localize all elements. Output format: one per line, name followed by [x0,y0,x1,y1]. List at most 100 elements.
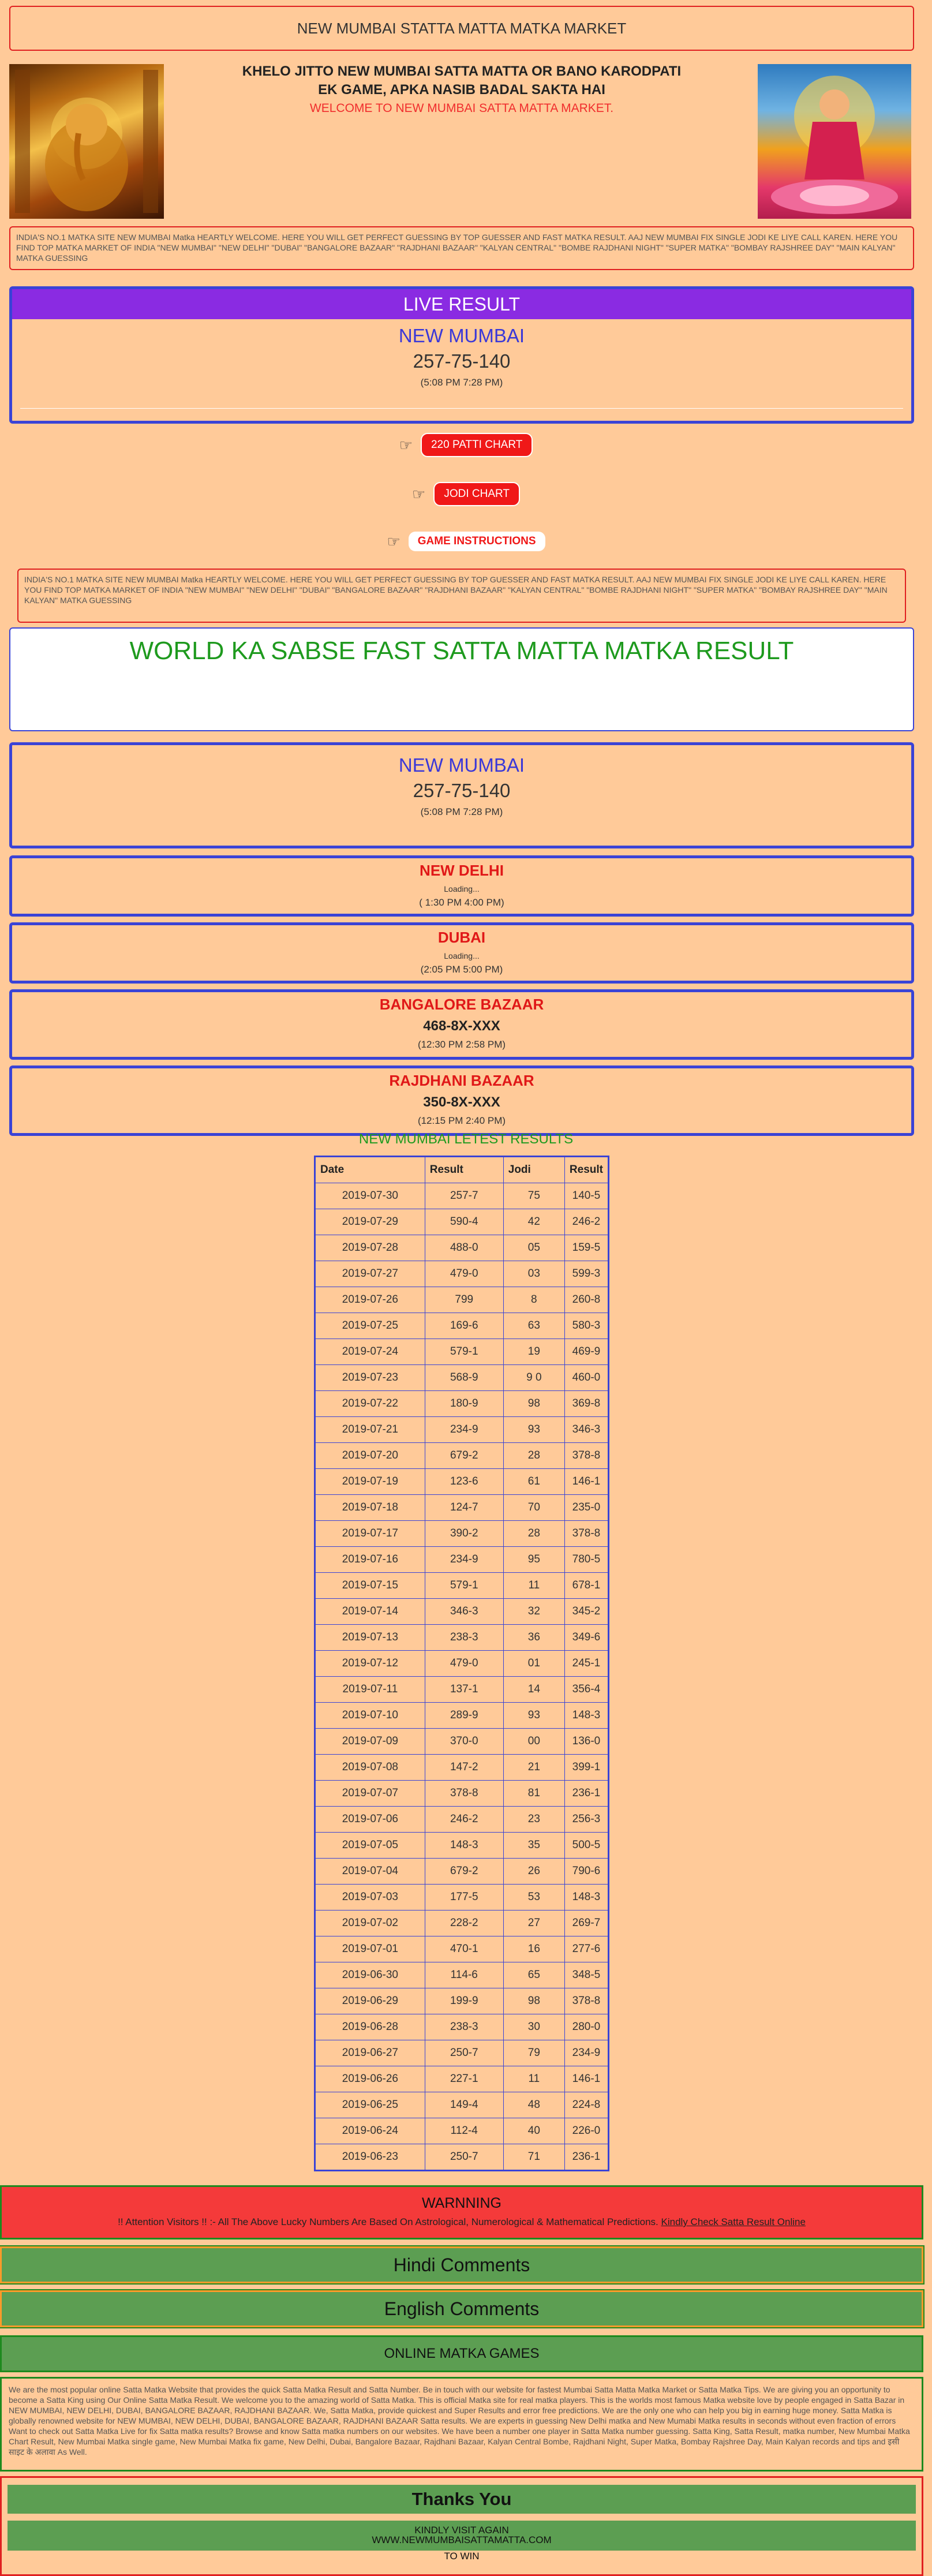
row-result-2: 580-3 [564,1313,609,1339]
row-jodi: 23 [503,1806,565,1833]
warning-text: !! Attention Visitors !! :- All The Abov… [2,2216,922,2228]
row-jodi: 93 [503,1702,565,1729]
table-row: 2019-06-27 250-7 79 234-9 [315,2040,609,2066]
row-date: 2019-07-24 [315,1339,425,1365]
row-result: 149-4 [424,2092,504,2118]
table-row: 2019-07-03 177-5 53 148-3 [315,1884,609,1910]
table-row: 2019-07-04 679-2 26 790-6 [315,1858,609,1885]
row-date: 2019-07-25 [315,1313,425,1339]
intro-text: INDIA'S NO.1 MATKA SITE NEW MUMBAI Matka… [9,226,914,270]
row-result-2: 356-4 [564,1676,609,1703]
row-jodi: 16 [503,1936,565,1962]
row-result-2: 599-3 [564,1261,609,1287]
patti-chart-button[interactable]: 220 PATTI CHART [420,433,533,457]
row-jodi: 98 [503,1390,565,1417]
pointing-hand-icon: ☞ [412,485,426,503]
table-row: 2019-07-26 799 8 260-8 [315,1287,609,1313]
table-row: 2019-07-29 590-4 42 246-2 [315,1209,609,1235]
row-result: 250-7 [424,2144,504,2171]
table-row: 2019-07-21 234-9 93 346-3 [315,1416,609,1443]
market-status: Loading... [444,884,480,893]
row-date: 2019-06-29 [315,1988,425,2014]
jodi-chart-row: ☞ JODI CHART [0,482,932,506]
row-result: 137-1 [424,1676,504,1703]
check-result-link[interactable]: Kindly Check Satta Result Online [661,2216,806,2227]
footer-panel: Thanks You KINDLY VISIT AGAIN WWW.NEWMUM… [0,2476,923,2576]
row-jodi: 98 [503,1988,565,2014]
row-jodi: 14 [503,1676,565,1703]
row-result-2: 260-8 [564,1287,609,1313]
row-result-2: 226-0 [564,2118,609,2144]
table-row: 2019-07-25 169-6 63 580-3 [315,1313,609,1339]
welcome-text: WELCOME TO NEW MUMBAI SATTA MATTA MARKET… [309,102,614,115]
market-name: BANGALORE BAZAAR [379,996,544,1013]
row-result: 234-9 [424,1546,504,1573]
pointing-hand-icon: ☞ [399,436,413,454]
patti-chart-row: ☞ 220 PATTI CHART [0,433,932,457]
live-market-name: NEW MUMBAI [398,325,525,346]
row-jodi: 00 [503,1728,565,1755]
market-time: ( 1:30 PM 4:00 PM) [419,897,504,908]
row-result: 169-6 [424,1313,504,1339]
row-result-2: 146-1 [564,2066,609,2092]
market-card-new-mumbai: NEW MUMBAI 257-75-140 (5:08 PM 7:28 PM) [9,742,914,848]
row-result: 234-9 [424,1416,504,1443]
row-result-2: 469-9 [564,1339,609,1365]
row-result: 679-2 [424,1442,504,1469]
pointing-hand-icon: ☞ [387,532,401,550]
row-date: 2019-07-29 [315,1209,425,1235]
row-result-2: 277-6 [564,1936,609,1962]
row-jodi: 21 [503,1754,565,1781]
row-result-2: 348-5 [564,1962,609,1988]
table-row: 2019-07-10 289-9 93 148-3 [315,1702,609,1729]
row-date: 2019-06-27 [315,2040,425,2066]
row-date: 2019-07-16 [315,1546,425,1573]
table-row: 2019-07-18 124-7 70 235-0 [315,1494,609,1521]
table-row: 2019-07-06 246-2 23 256-3 [315,1806,609,1833]
row-date: 2019-07-11 [315,1676,425,1703]
header-result-2: Result [564,1156,609,1183]
table-header-row: Date Result Jodi Result [315,1156,609,1183]
slogan-line-1: KHELO JITTO NEW MUMBAI SATTA MATTA OR BA… [242,63,682,79]
thanks-heading: Thanks You [8,2485,916,2514]
market-name: DUBAI [437,929,486,946]
row-jodi: 11 [503,1572,565,1599]
header-jodi: Jodi [503,1156,565,1183]
market-name: RAJDHANI BAZAAR [389,1072,534,1089]
market-name: NEW MUMBAI [398,754,525,776]
row-result-2: 345-2 [564,1598,609,1625]
table-row: 2019-07-09 370-0 00 136-0 [315,1728,609,1755]
row-jodi: 03 [503,1261,565,1287]
row-date: 2019-07-03 [315,1884,425,1910]
row-date: 2019-07-06 [315,1806,425,1833]
row-result-2: 500-5 [564,1832,609,1859]
website-link[interactable]: WWW.NEWMUMBAISATTAMATTA.COM [8,2535,916,2545]
row-date: 2019-06-28 [315,2014,425,2040]
row-jodi: 11 [503,2066,565,2092]
row-jodi: 35 [503,1832,565,1859]
table-row: 2019-07-12 479-0 01 245-1 [315,1650,609,1677]
row-result-2: 378-8 [564,1988,609,2014]
english-comments-bar[interactable]: English Comments [0,2289,924,2328]
live-result-panel: LIVE RESULT NEW MUMBAI 257-75-140 (5:08 … [9,286,914,424]
row-jodi: 19 [503,1339,565,1365]
row-jodi: 48 [503,2092,565,2118]
game-instructions-button[interactable]: GAME INSTRUCTIONS [408,532,545,551]
table-row: 2019-07-23 568-9 9 0 460-0 [315,1364,609,1391]
market-name: NEW DELHI [420,862,504,879]
row-jodi: 93 [503,1416,565,1443]
hindi-comments-bar[interactable]: Hindi Comments [0,2245,924,2285]
row-result: 148-3 [424,1832,504,1859]
jodi-chart-button[interactable]: JODI CHART [433,482,520,506]
online-matka-games-bar[interactable]: ONLINE MATKA GAMES [0,2335,923,2372]
row-result: 250-7 [424,2040,504,2066]
live-result-heading: LIVE RESULT [12,289,911,319]
table-row: 2019-06-30 114-6 65 348-5 [315,1962,609,1988]
row-result-2: 140-5 [564,1183,609,1209]
ganesha-image [9,64,164,219]
row-jodi: 81 [503,1780,565,1807]
results-table-title: NEW MUMBAI LETEST RESULTS [358,1131,574,1147]
row-result: 238-3 [424,1624,504,1651]
market-card-rajdhani-bazaar: RAJDHANI BAZAAR 350-8X-XXX (12:15 PM 2:4… [9,1065,914,1136]
row-result: 114-6 [424,1962,504,1988]
